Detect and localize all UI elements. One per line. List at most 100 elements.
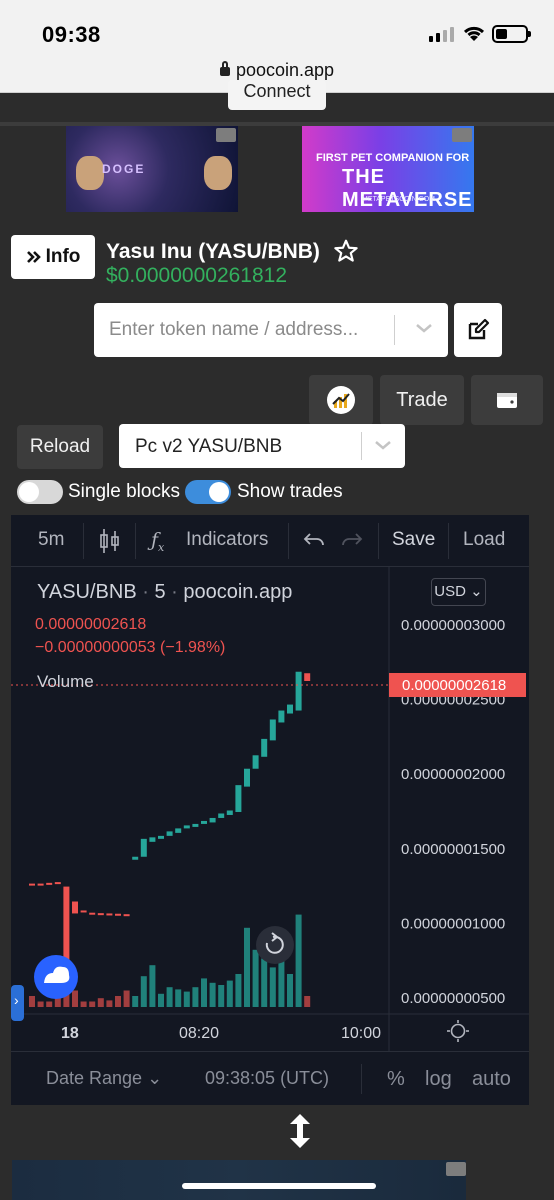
volume-bar — [209, 982, 216, 1007]
settings-gear-icon[interactable] — [450, 1023, 466, 1039]
token-name: Yasu Inu (YASU/BNB) — [106, 240, 320, 263]
reload-button[interactable]: Reload — [17, 425, 103, 469]
y-tick-label: 0.00000003000 — [401, 617, 505, 634]
chart-side-handle[interactable] — [11, 985, 24, 1021]
single-blocks-toggle[interactable] — [17, 480, 63, 504]
candle — [261, 738, 268, 757]
log-toggle[interactable]: log — [425, 1068, 452, 1091]
info-button[interactable]: Info — [11, 235, 95, 279]
date-range-button[interactable]: Date Range ⌄ — [46, 1068, 162, 1089]
volume-bar — [295, 914, 302, 1007]
redo-icon[interactable] — [341, 531, 363, 549]
chevron-down-icon[interactable] — [414, 321, 434, 335]
time-axis: 18 08:20 10:00 — [61, 1025, 381, 1042]
volume-bar — [235, 974, 242, 1007]
divider — [448, 523, 449, 559]
reset-chart-button[interactable] — [256, 926, 294, 964]
chart-toolbar: 5m ƒx Indicators Save Load — [11, 515, 529, 567]
volume-bar — [201, 978, 207, 1007]
toggle-knob — [19, 482, 39, 502]
candles-icon[interactable] — [99, 527, 121, 555]
show-trades-toggle[interactable] — [185, 480, 231, 504]
volume-bar — [29, 996, 35, 1007]
volume-bar — [261, 958, 268, 1007]
volume-bar — [115, 996, 121, 1007]
volume-bar — [269, 967, 276, 1007]
ad-badge-icon — [446, 1162, 466, 1176]
pair-select[interactable]: Pc v2 YASU/BNB — [119, 424, 405, 468]
divider — [361, 432, 362, 460]
volume-bar — [183, 991, 190, 1007]
price-chart-widget[interactable]: 5m ƒx Indicators Save Load 0.00000003000… — [11, 515, 529, 1105]
candle — [97, 913, 104, 916]
signal-icon — [429, 26, 454, 42]
interval-button[interactable]: 5m — [38, 529, 64, 551]
candle — [123, 914, 130, 917]
edit-icon — [468, 318, 490, 340]
volume-bar — [37, 1001, 44, 1007]
legend-change: −0.00000000053 (−1.98%) — [35, 639, 226, 656]
fx-icon[interactable]: ƒx — [151, 529, 164, 554]
indicators-button[interactable]: Indicators — [186, 529, 268, 551]
candle — [175, 828, 182, 833]
ad-banner-bottom[interactable] — [12, 1160, 466, 1200]
last-price-label: 0.00000002618 — [402, 677, 506, 694]
ad-banner-left[interactable]: DOGE — [66, 126, 238, 212]
candle — [72, 901, 78, 914]
x-tick-label: 08:20 — [179, 1025, 219, 1042]
double-chevron-right-icon — [26, 251, 41, 263]
wifi-icon — [463, 26, 485, 41]
utc-clock[interactable]: 09:38:05 (UTC) — [205, 1068, 329, 1089]
chart-logo-icon — [327, 386, 355, 414]
ad-badge-icon — [216, 128, 236, 142]
percent-toggle[interactable]: % — [387, 1068, 405, 1091]
wallet-button[interactable] — [471, 375, 543, 425]
volume-bar — [158, 993, 164, 1007]
undo-icon[interactable] — [303, 531, 325, 549]
volume-bar — [287, 974, 293, 1007]
divider — [394, 315, 395, 345]
ad-banner-text: DOGE — [102, 162, 146, 176]
ad-badge-icon — [452, 128, 472, 142]
chart-legend-title: YASU/BNB · 5 · poocoin.app — [37, 581, 293, 603]
pair-select-value: Pc v2 YASU/BNB — [135, 436, 283, 457]
ad-banner-right[interactable]: FIRST PET COMPANION FOR THE METAVERSE ME… — [302, 126, 474, 212]
candle — [89, 912, 96, 915]
divider — [378, 523, 379, 559]
y-tick-label: 0.00000002000 — [401, 766, 505, 783]
url-bar[interactable]: poocoin.app — [0, 60, 554, 81]
candle — [226, 810, 233, 815]
divider — [135, 523, 136, 559]
resize-vertical-icon[interactable] — [286, 1112, 314, 1150]
candle — [166, 831, 173, 836]
candle — [37, 883, 44, 886]
token-search-input[interactable]: Enter token name / address... — [94, 303, 448, 357]
single-blocks-label: Single blocks — [68, 481, 180, 502]
volume-bar — [132, 996, 139, 1007]
chart-type-button[interactable] — [309, 375, 373, 425]
trade-button[interactable]: Trade — [380, 375, 464, 425]
x-tick-label: 18 — [61, 1025, 79, 1042]
volume-bar — [175, 989, 182, 1007]
y-tick-label: 0.00000000500 — [401, 990, 505, 1007]
volume-bar — [226, 980, 233, 1007]
volume-bar — [252, 949, 259, 1007]
volume-bar — [166, 987, 173, 1007]
currency-select[interactable]: USD ⌄ — [431, 578, 486, 606]
volume-bar — [89, 1001, 96, 1007]
chevron-down-icon[interactable] — [373, 438, 393, 452]
candle — [269, 719, 276, 741]
edit-button[interactable] — [454, 303, 502, 357]
volume-bar — [149, 965, 156, 1007]
candle — [209, 817, 216, 823]
load-button[interactable]: Load — [463, 529, 505, 551]
legend-interval: 5 — [154, 581, 166, 603]
info-button-label: Info — [45, 246, 81, 267]
date-range-label: Date Range — [46, 1068, 143, 1088]
divider — [361, 1064, 362, 1094]
connect-button[interactable]: Connect — [228, 80, 326, 110]
save-button[interactable]: Save — [392, 529, 435, 551]
star-icon[interactable] — [333, 238, 359, 264]
auto-toggle[interactable]: auto — [472, 1068, 511, 1091]
volume-bar — [106, 1000, 113, 1007]
